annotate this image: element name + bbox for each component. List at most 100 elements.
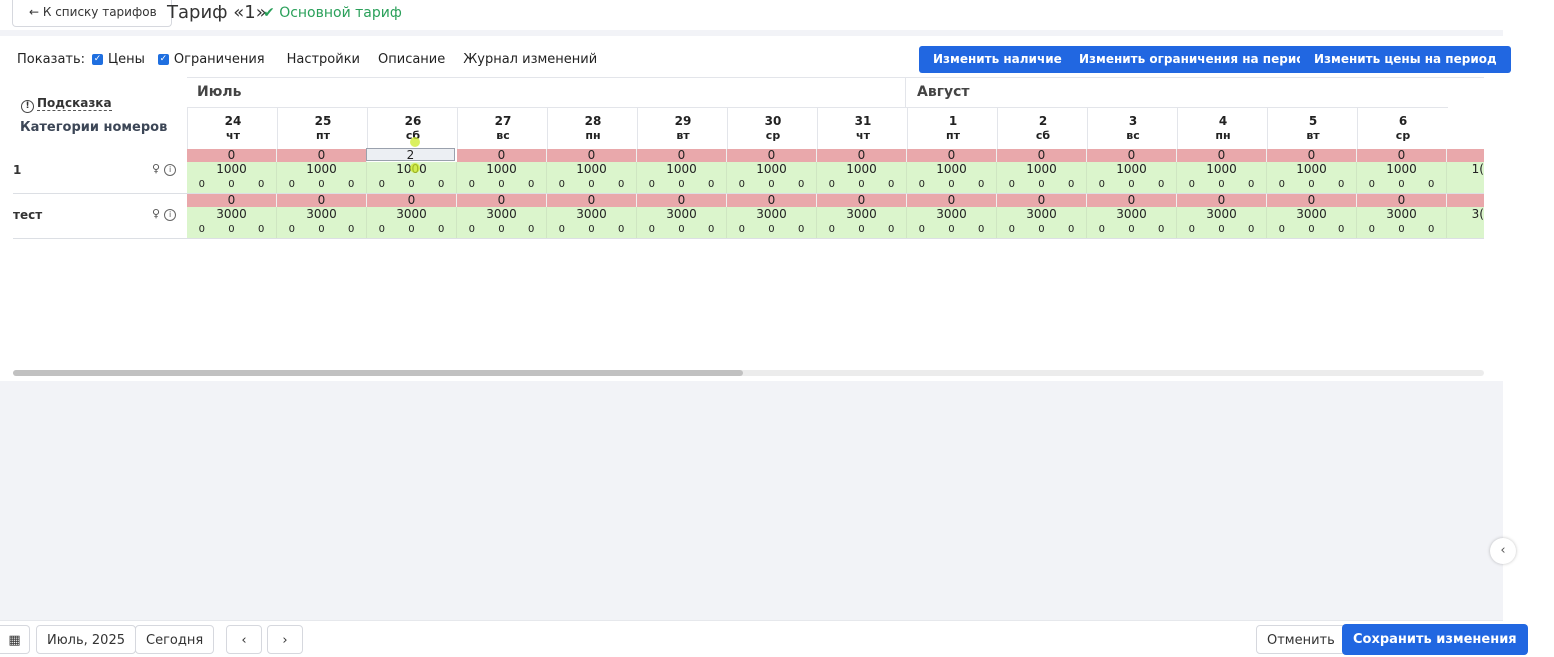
sub-value[interactable]: 0: [1398, 179, 1404, 190]
price-value[interactable]: 1000: [457, 162, 546, 177]
availability-cell[interactable]: [1447, 194, 1484, 207]
price-cell[interactable]: 3000 0 0 0: [997, 207, 1087, 238]
sub-value[interactable]: 0: [858, 179, 864, 190]
price-value[interactable]: 1000: [907, 162, 996, 177]
sub-value[interactable]: 0: [1189, 179, 1195, 190]
change-limits-period-button[interactable]: Изменить ограничения на период: [1065, 46, 1329, 73]
sub-value[interactable]: 0: [469, 224, 475, 235]
sub-value[interactable]: 0: [708, 224, 714, 235]
sub-value[interactable]: 0: [888, 224, 894, 235]
sub-value[interactable]: 0: [408, 224, 414, 235]
info-icon[interactable]: i: [164, 209, 177, 221]
price-cell[interactable]: 1000 0 0 0: [457, 162, 547, 193]
change-log-link[interactable]: Журнал изменений: [463, 52, 597, 67]
availability-cell[interactable]: 0: [637, 149, 727, 162]
price-value[interactable]: 1000: [637, 162, 726, 177]
price-value[interactable]: 1000: [1087, 162, 1176, 177]
sub-value[interactable]: 0: [408, 179, 414, 190]
sub-value[interactable]: 0: [1338, 179, 1344, 190]
price-cell[interactable]: 1000 0 0 0: [637, 162, 727, 193]
availability-cell[interactable]: 0: [727, 194, 817, 207]
calendar-button[interactable]: ▦: [0, 625, 30, 654]
price-value[interactable]: 3000: [1357, 207, 1446, 222]
availability-cell[interactable]: 0: [1177, 149, 1267, 162]
collapse-panel-button[interactable]: ‹: [1490, 538, 1516, 564]
sub-value[interactable]: 0: [618, 179, 624, 190]
limits-checkbox-label[interactable]: Ограничения: [174, 52, 265, 67]
price-cell[interactable]: 1000 0 0 0: [277, 162, 367, 193]
change-prices-period-button[interactable]: Изменить цены на период: [1300, 46, 1511, 73]
info-icon[interactable]: i: [164, 164, 177, 176]
today-button[interactable]: Сегодня: [135, 625, 215, 654]
sub-value[interactable]: 0: [948, 179, 954, 190]
price-cell[interactable]: 1000 0 0 0: [1357, 162, 1447, 193]
sub-value[interactable]: 0: [289, 224, 295, 235]
category-name[interactable]: 1: [13, 163, 21, 177]
price-value[interactable]: 3000: [187, 207, 276, 222]
sub-value[interactable]: 0: [1338, 224, 1344, 235]
availability-cell[interactable]: 0: [1267, 194, 1357, 207]
price-value[interactable]: 3(: [1447, 207, 1484, 222]
sub-value[interactable]: 0: [1099, 224, 1105, 235]
price-cell[interactable]: 1000 0 0 0: [727, 162, 817, 193]
sub-value[interactable]: 0: [528, 224, 534, 235]
price-cell[interactable]: 1000 0 0 0: [187, 162, 277, 193]
price-value[interactable]: 3000: [277, 207, 366, 222]
availability-cell[interactable]: 0: [997, 149, 1087, 162]
sub-value[interactable]: 0: [588, 179, 594, 190]
sub-value[interactable]: 0: [798, 179, 804, 190]
price-value[interactable]: 1000: [1177, 162, 1266, 177]
sub-value[interactable]: 0: [978, 224, 984, 235]
availability-cell[interactable]: 0: [907, 194, 997, 207]
availability-cell[interactable]: 0: [187, 149, 277, 162]
sub-value[interactable]: 0: [1398, 224, 1404, 235]
price-value[interactable]: 1000: [727, 162, 816, 177]
sub-value[interactable]: 0: [228, 179, 234, 190]
price-cell[interactable]: 1000 0 0 0: [997, 162, 1087, 193]
sub-value[interactable]: 0: [379, 224, 385, 235]
price-value[interactable]: 3000: [367, 207, 456, 222]
price-cell[interactable]: 3000 0 0 0: [187, 207, 277, 238]
sub-value[interactable]: 0: [739, 224, 745, 235]
availability-cell[interactable]: 0: [457, 149, 547, 162]
sub-value[interactable]: 0: [559, 179, 565, 190]
sub-value[interactable]: 0: [649, 224, 655, 235]
sub-value[interactable]: 0: [978, 179, 984, 190]
category-name[interactable]: тест: [13, 208, 42, 222]
sub-value[interactable]: 0: [1248, 224, 1254, 235]
availability-cell[interactable]: 0: [1267, 149, 1357, 162]
price-cell[interactable]: 3000 0 0 0: [907, 207, 997, 238]
sub-value[interactable]: 0: [829, 224, 835, 235]
change-availability-button[interactable]: Изменить наличие: [919, 46, 1076, 73]
prev-period-button[interactable]: ‹: [226, 625, 262, 654]
price-cell[interactable]: 1000 0 0 0: [817, 162, 907, 193]
sub-value[interactable]: 0: [708, 179, 714, 190]
price-value[interactable]: 1000: [187, 162, 276, 177]
sub-value[interactable]: 0: [1308, 224, 1314, 235]
sub-value[interactable]: 0: [919, 179, 925, 190]
settings-link[interactable]: Настройки: [287, 52, 360, 67]
sub-value[interactable]: 0: [829, 179, 835, 190]
availability-cell[interactable]: 0: [1357, 194, 1447, 207]
sub-value[interactable]: 0: [1038, 224, 1044, 235]
price-value[interactable]: 1000: [1357, 162, 1446, 177]
availability-cell[interactable]: [1447, 149, 1484, 162]
sub-value[interactable]: 0: [199, 224, 205, 235]
sub-value[interactable]: 0: [888, 179, 894, 190]
sub-value[interactable]: 0: [498, 179, 504, 190]
sub-value[interactable]: 0: [1428, 179, 1434, 190]
price-cell[interactable]: 3000 0 0 0: [277, 207, 367, 238]
price-cell[interactable]: 3(: [1447, 207, 1484, 238]
availability-cell[interactable]: 0: [277, 149, 367, 162]
price-value[interactable]: 1000: [817, 162, 906, 177]
price-cell[interactable]: 3000 0 0 0: [637, 207, 727, 238]
sub-value[interactable]: 0: [1308, 179, 1314, 190]
price-cell[interactable]: 1000 0 0 0: [1087, 162, 1177, 193]
price-value[interactable]: 3000: [1087, 207, 1176, 222]
limits-checkbox[interactable]: ✓: [157, 53, 169, 65]
sub-value[interactable]: 0: [1189, 224, 1195, 235]
hint-link[interactable]: Подсказка: [37, 96, 112, 111]
availability-cell[interactable]: 0: [367, 194, 457, 207]
sub-value[interactable]: 0: [1279, 179, 1285, 190]
sub-value[interactable]: 0: [258, 179, 264, 190]
